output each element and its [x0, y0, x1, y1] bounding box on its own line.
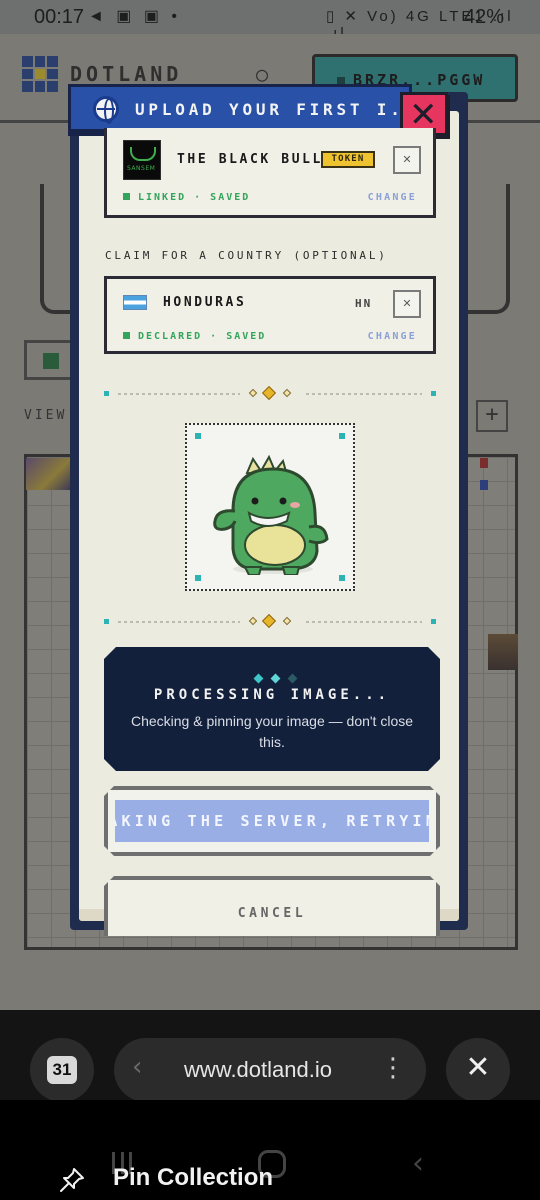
pin-collection-label: Pin Collection: [113, 1164, 274, 1191]
browser-toolbar: 31 ‹ www.dotland.io ⋮ ✕: [0, 1010, 540, 1102]
remove-country-button[interactable]: ✕: [393, 290, 421, 318]
pin-collection-toast[interactable]: Pin Collection: [58, 1164, 318, 1196]
country-card: HONDURAS HN ✕ DECLARED · SAVED CHANGE: [104, 276, 436, 354]
ornament-divider: [104, 385, 436, 401]
cancel-button[interactable]: CANCEL: [104, 876, 440, 936]
token-status: LINKED · SAVED: [123, 192, 250, 203]
close-tab-button[interactable]: ✕: [446, 1038, 510, 1102]
back-icon[interactable]: ‹: [132, 1052, 142, 1082]
url-text: www.dotland.io: [184, 1057, 332, 1082]
image-preview: [185, 423, 355, 591]
loading-dots-icon: [250, 667, 301, 686]
notification-icons: ◄ ▣ ▣ •: [88, 8, 182, 25]
token-name: THE BLACK BULL: [177, 152, 323, 167]
grid-flag: [480, 480, 488, 490]
retry-button-label: WAKING THE SERVER, RETRYING: [121, 812, 426, 830]
change-country-link[interactable]: CHANGE: [368, 331, 417, 342]
pin-icon: [60, 1168, 84, 1192]
grid-thumbnail: [26, 458, 70, 490]
country-code: HN: [355, 297, 373, 310]
modal-titlebar: UPLOAD YOUR FIRST I...: [68, 84, 427, 132]
retry-button-face: WAKING THE SERVER, RETRYING: [115, 800, 429, 842]
token-badge: TOKEN: [321, 151, 375, 168]
battery-level: 42%: [463, 6, 504, 28]
globe-icon: [93, 96, 119, 124]
brand-name: DOTLAND: [70, 62, 183, 86]
retry-status-button[interactable]: WAKING THE SERVER, RETRYING: [104, 786, 440, 856]
nav-back-icon[interactable]: ‹: [412, 1146, 424, 1181]
country-section-label: CLAIM FOR A COUNTRY (OPTIONAL): [105, 249, 388, 262]
processing-title: PROCESSING IMAGE...: [153, 687, 391, 703]
country-name: HONDURAS: [163, 295, 247, 310]
view-label: VIEW: [24, 408, 68, 423]
token-logo: SANSEM: [123, 140, 161, 180]
close-icon: ✕: [465, 1050, 491, 1085]
ornament-divider: [104, 613, 436, 629]
remove-token-button[interactable]: ✕: [393, 146, 421, 174]
change-token-link[interactable]: CHANGE: [368, 192, 417, 203]
more-icon[interactable]: ⋮: [380, 1054, 406, 1082]
navigation-bar: ‹ Pin Collection: [0, 1100, 540, 1200]
processing-description: Checking & pinning your image — don't cl…: [130, 713, 414, 750]
tabs-button[interactable]: 31: [30, 1038, 94, 1102]
address-bar[interactable]: ‹ www.dotland.io ⋮: [114, 1038, 426, 1102]
zoom-in-button[interactable]: +: [476, 400, 508, 432]
tab-count: 31: [47, 1056, 77, 1084]
status-time: 00:17: [34, 6, 85, 28]
modal-title: UPLOAD YOUR FIRST I...: [135, 100, 431, 119]
token-card: SANSEM THE BLACK BULL TOKEN ✕ LINKED · S…: [104, 128, 436, 218]
country-status: DECLARED · SAVED: [123, 331, 266, 342]
processing-panel: PROCESSING IMAGE... Checking & pinning y…: [104, 647, 440, 771]
honduras-flag-icon: [123, 295, 147, 310]
cancel-button-label: CANCEL: [237, 906, 307, 921]
grid-thumbnail: [488, 634, 518, 670]
dino-image: [213, 454, 329, 575]
status-bar: 00:17 ◄ ▣ ▣ • ▯ ✕ Vo) 4G LTE1 .ıl .ıl 42…: [0, 0, 540, 42]
grid-flag: [480, 458, 488, 468]
search-icon[interactable]: ○: [256, 62, 268, 86]
dotland-logo-icon: [22, 56, 58, 92]
background-checkbox[interactable]: [24, 340, 74, 380]
